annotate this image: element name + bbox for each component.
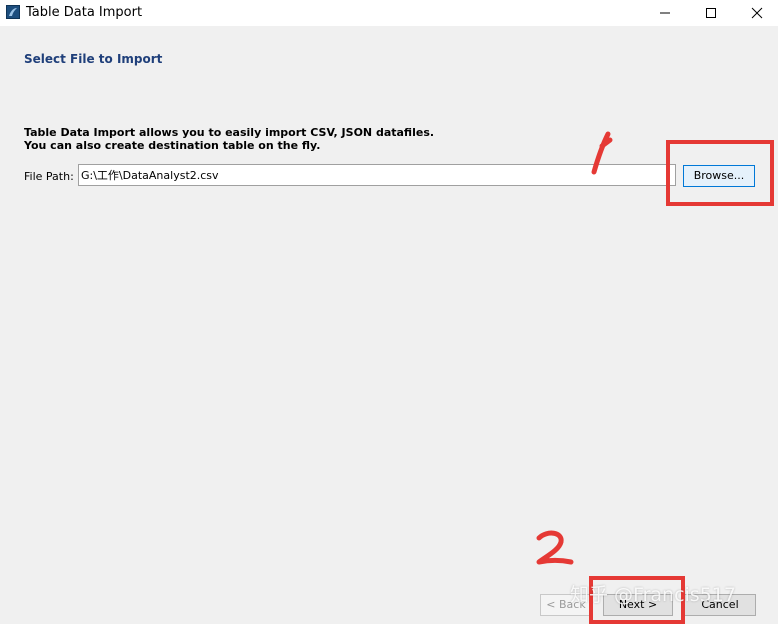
annotation-number-2 xyxy=(536,530,574,565)
wizard-header: Select File to Import xyxy=(0,26,778,86)
description: Table Data Import allows you to easily i… xyxy=(24,126,434,152)
minimize-icon xyxy=(660,12,670,14)
maximize-button[interactable] xyxy=(688,0,734,26)
window-title: Table Data Import xyxy=(26,5,143,20)
description-line-2: You can also create destination table on… xyxy=(24,139,321,152)
close-icon xyxy=(751,7,763,19)
minimize-button[interactable] xyxy=(642,0,688,26)
maximize-icon xyxy=(706,8,716,18)
page-title: Select File to Import xyxy=(24,52,163,66)
highlight-box-browse xyxy=(666,140,774,206)
file-path-label: File Path: xyxy=(24,170,74,183)
watermark: 知乎 @Francis517 xyxy=(570,584,736,606)
title-bar: Table Data Import xyxy=(0,0,778,26)
close-button[interactable] xyxy=(734,0,778,26)
mysql-workbench-icon xyxy=(6,5,20,19)
annotation-number-1 xyxy=(591,131,613,175)
description-line-1: Table Data Import allows you to easily i… xyxy=(24,126,435,139)
